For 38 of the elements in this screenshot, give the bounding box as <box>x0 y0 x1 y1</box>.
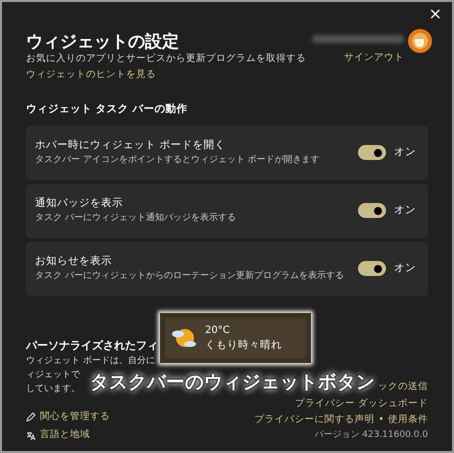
pencil-icon <box>26 412 36 422</box>
setting-description: タスクバー アイコンをポイントするとウィジェット ボードが開きます <box>35 154 320 167</box>
tips-link[interactable]: ウィジェットのヒントを見る <box>26 68 156 80</box>
personalization-heading: パーソナライズされたフィ <box>26 338 158 354</box>
weather-button[interactable]: 20°C くもり時々晴れ <box>165 318 306 358</box>
avatar-icon <box>408 29 432 53</box>
weather-icon <box>171 326 197 350</box>
paragraph-text: ィジェットで <box>26 369 80 382</box>
toggle-switch[interactable] <box>358 145 386 160</box>
footer-link[interactable]: 言語と地域 <box>26 428 158 443</box>
setting-description: タスク バーにウィジェットからのローテーション更新プログラムを表示する <box>35 270 344 283</box>
setting-title: お知らせを表示 <box>35 254 113 270</box>
toggle-switch[interactable] <box>358 203 386 218</box>
section-heading: ウィジェット タスク バーの動作 <box>26 102 188 117</box>
toggle-switch[interactable] <box>358 261 386 276</box>
footer-link[interactable]: 使用条件 <box>388 412 428 428</box>
language-icon <box>26 430 36 441</box>
footer-link[interactable]: プライバシー ダッシュボード <box>294 396 428 411</box>
paragraph-text: しています。 <box>26 383 80 396</box>
footer-link[interactable]: ックの送信 <box>378 380 428 395</box>
setting-title: ホバー時にウィジェット ボードを開く <box>35 138 226 154</box>
subtitle: お気に入りのアプリとサービスから更新プログラムを取得する <box>26 52 306 66</box>
page-title: ウィジェットの設定 <box>26 32 180 52</box>
paragraph-text: ウィジェット ボードは、自分に <box>26 354 155 368</box>
close-button[interactable]: × <box>426 4 444 24</box>
sign-out-link[interactable]: サインアウト <box>344 51 404 66</box>
setting-description: タスク バーにウィジェット通知バッジを表示する <box>35 212 236 225</box>
version-text: バージョン 423.11600.0.0 <box>314 429 428 442</box>
temperature: 20°C <box>205 324 231 338</box>
toggle-state: オン <box>394 144 416 160</box>
caption: タスクバーのウィジェットボタン <box>90 374 375 392</box>
separator-dot: • <box>378 412 384 427</box>
setting-title: 通知バッジを表示 <box>35 196 124 212</box>
footer-link[interactable]: プライバシーに関する声明 <box>254 412 374 428</box>
footer-link[interactable]: 関心を管理する <box>26 410 158 424</box>
weather-condition: くもり時々晴れ <box>205 338 282 353</box>
toggle-state: オン <box>394 202 416 218</box>
toggle-state: オン <box>394 260 416 276</box>
